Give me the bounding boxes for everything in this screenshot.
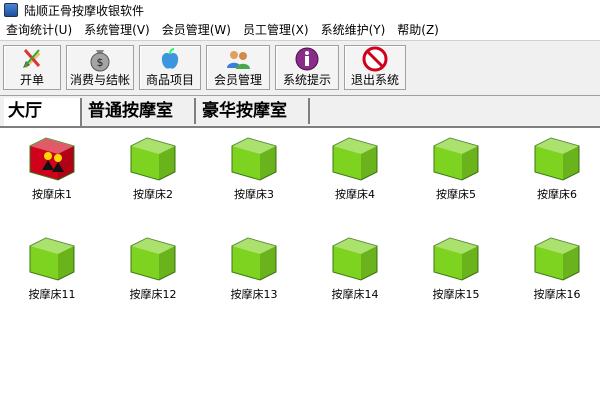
bed-item[interactable]: 按摩床13: [209, 232, 299, 316]
bed-item[interactable]: 按摩床16: [512, 232, 600, 316]
room-tabs: 大厅 普通按摩室 豪华按摩室: [0, 96, 600, 128]
product-items-button[interactable]: 商品项目: [139, 45, 201, 90]
member-management-label: 会员管理: [213, 73, 262, 87]
free-bed-icon: [231, 237, 277, 281]
info-icon: [295, 47, 319, 71]
bed-item[interactable]: 按摩床14: [310, 232, 400, 316]
pen-order-icon: [23, 49, 41, 69]
menu-system-maintenance[interactable]: 系统维护(Y): [315, 20, 392, 40]
free-bed-icon: [29, 237, 75, 281]
bed-item[interactable]: 按摩床3: [209, 132, 299, 216]
free-bed-icon: [332, 237, 378, 281]
member-management-button[interactable]: 会员管理: [206, 45, 270, 90]
bed-item[interactable]: 按摩床1: [7, 132, 97, 216]
tab-standard-room[interactable]: 普通按摩室: [84, 98, 196, 124]
no-entry-icon: [362, 46, 388, 72]
apple-icon: [161, 48, 179, 69]
exit-system-label: 退出系统: [350, 73, 399, 87]
bed-label: 按摩床2: [133, 188, 173, 201]
money-bag-icon: $: [90, 50, 110, 72]
consume-checkout-button[interactable]: $ 消费与结帐: [66, 45, 134, 90]
menu-help[interactable]: 帮助(Z): [391, 20, 445, 40]
menu-bar: 查询统计(U) 系统管理(V) 会员管理(W) 员工管理(X) 系统维护(Y) …: [0, 20, 600, 41]
bed-label: 按摩床6: [537, 188, 577, 201]
tab-deluxe-room[interactable]: 豪华按摩室: [198, 98, 310, 124]
system-prompt-button[interactable]: 系统提示: [275, 45, 339, 90]
menu-system-management[interactable]: 系统管理(V): [78, 20, 156, 40]
free-bed-icon: [130, 237, 176, 281]
bed-label: 按摩床16: [533, 288, 581, 301]
bed-label: 按摩床13: [230, 288, 278, 301]
bed-label: 按摩床15: [432, 288, 480, 301]
exit-system-button[interactable]: 退出系统: [344, 45, 406, 90]
bed-item[interactable]: 按摩床4: [310, 132, 400, 216]
tab-hall[interactable]: 大厅: [4, 98, 82, 126]
members-icon: [227, 51, 250, 69]
bed-item[interactable]: 按摩床11: [7, 232, 97, 316]
title-bar: 陆顺正骨按摩收银软件: [0, 0, 600, 20]
bed-item[interactable]: 按摩床6: [512, 132, 600, 216]
free-bed-icon: [433, 137, 479, 181]
free-bed-icon: [534, 137, 580, 181]
bed-item[interactable]: 按摩床12: [108, 232, 198, 316]
app-icon: [4, 3, 18, 17]
svg-text:$: $: [97, 56, 104, 69]
free-bed-icon: [332, 137, 378, 181]
system-prompt-label: 系统提示: [282, 73, 331, 87]
free-bed-icon: [130, 137, 176, 181]
bed-label: 按摩床12: [129, 288, 177, 301]
bed-item[interactable]: 按摩床15: [411, 232, 501, 316]
bed-label: 按摩床11: [28, 288, 76, 301]
bed-item[interactable]: 按摩床5: [411, 132, 501, 216]
bed-label: 按摩床4: [335, 188, 375, 201]
bed-label: 按摩床5: [436, 188, 476, 201]
bed-label: 按摩床1: [32, 188, 72, 201]
menu-member-management[interactable]: 会员管理(W): [156, 20, 237, 40]
free-bed-icon: [231, 137, 277, 181]
consume-checkout-label: 消费与结帐: [69, 73, 130, 87]
bed-grid: 按摩床1 按摩床2 按摩床3 按摩床4 按摩床5 按摩床6 按摩床11 按摩床12 按摩床13 按…: [0, 128, 600, 400]
window-title: 陆顺正骨按摩收银软件: [24, 3, 145, 18]
product-items-label: 商品项目: [145, 73, 194, 87]
bed-label: 按摩床3: [234, 188, 274, 201]
occupied-bed-icon: [29, 137, 75, 181]
bed-item[interactable]: 按摩床2: [108, 132, 198, 216]
menu-query-stats[interactable]: 查询统计(U): [0, 20, 78, 40]
toolbar: 开单 $ 消费与结帐 商品项目 会员管理 系统提示 退出系统: [0, 41, 600, 96]
free-bed-icon: [534, 237, 580, 281]
menu-staff-management[interactable]: 员工管理(X): [237, 20, 315, 40]
open-order-button[interactable]: 开单: [3, 45, 61, 90]
open-order-label: 开单: [19, 73, 44, 87]
free-bed-icon: [433, 237, 479, 281]
bed-label: 按摩床14: [331, 288, 379, 301]
